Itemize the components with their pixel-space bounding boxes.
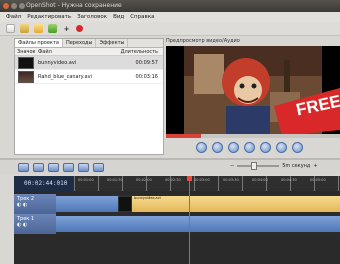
zoom-knob[interactable]	[251, 162, 258, 170]
track-lane[interactable]: bunnyvideo.avi	[56, 194, 340, 214]
tab-project-files[interactable]: Файлы проекта	[15, 39, 63, 47]
ruler-label: 00:05:00	[310, 178, 326, 182]
file-thumbnail	[18, 56, 34, 69]
timeline-clip[interactable]	[56, 216, 340, 232]
to-end-icon[interactable]	[292, 142, 303, 153]
zoom-slider[interactable]	[237, 162, 280, 170]
ruler-label: 00:02:30	[165, 178, 181, 182]
menu-view[interactable]: Вид	[113, 12, 124, 22]
col-file[interactable]: Файл	[38, 48, 120, 55]
menu-title[interactable]: Заголовок	[77, 12, 107, 22]
transport-controls	[196, 142, 303, 153]
track-header[interactable]: Трек 1 ◐ ◐	[14, 214, 56, 234]
preview-frame	[166, 46, 340, 134]
timeline-ruler[interactable]: 00:01:00 00:01:30 00:02:00 00:02:30 00:0…	[74, 176, 340, 191]
next-icon[interactable]	[260, 142, 271, 153]
menu-help[interactable]: Справка	[130, 12, 154, 22]
project-panel: Файлы проекта Переходы Эффекты Значок Фа…	[14, 38, 164, 155]
video-preview: FREE	[166, 46, 340, 134]
preview-label: Предпросмотр видео/Аудио	[166, 38, 240, 44]
app-window: OpenShot - Нужна сохранение Файл Редакти…	[0, 0, 340, 264]
previous-marker-icon[interactable]	[93, 162, 104, 172]
new-icon[interactable]	[6, 24, 15, 33]
marker-icon[interactable]	[78, 162, 89, 172]
project-tabs: Файлы проекта Переходы Эффекты	[15, 39, 163, 48]
ruler-label: 00:04:00	[252, 178, 268, 182]
timeline-clip[interactable]	[56, 196, 118, 212]
snap-icon[interactable]	[63, 162, 74, 172]
add-icon[interactable]: +	[62, 24, 71, 33]
toolbar: +	[0, 22, 340, 36]
file-thumbnail	[18, 70, 34, 83]
ruler-label: 00:01:30	[107, 178, 123, 182]
zoom-label: 5m секунд	[282, 163, 311, 169]
ruler-label: 00:01:00	[78, 178, 94, 182]
file-row[interactable]: Rahd_blue_canary.avi 00:03:16	[15, 70, 163, 84]
clip-thumbnail	[118, 196, 132, 212]
ruler-label: 00:02:00	[136, 178, 152, 182]
close-icon[interactable]	[3, 3, 9, 9]
menubar: Файл Редактировать Заголовок Вид Справка	[0, 12, 340, 22]
playhead[interactable]	[187, 176, 192, 264]
window-title: OpenShot - Нужна сохранение	[26, 2, 122, 9]
col-thumbnail[interactable]: Значок	[15, 48, 38, 55]
timeline: 00:02:44:010 00:01:00 00:01:30 00:02:00 …	[14, 176, 340, 264]
clip-title: bunnyvideo.avi	[134, 196, 161, 200]
track-header[interactable]: Трек 2 ◐ ◐	[14, 194, 56, 214]
fast-forward-icon[interactable]	[276, 142, 287, 153]
maximize-icon[interactable]	[19, 3, 25, 9]
open-icon[interactable]	[20, 24, 29, 33]
file-row[interactable]: bunnyvideo.avi 00:09:57	[15, 56, 163, 70]
file-name: bunnyvideo.avi	[38, 59, 77, 66]
to-start-icon[interactable]	[196, 142, 207, 153]
track-2: Трек 2 ◐ ◐ bunnyvideo.avi	[14, 194, 340, 214]
track-1: Трек 1 ◐ ◐	[14, 214, 340, 234]
ruler-label: 00:03:00	[194, 178, 210, 182]
prev-icon[interactable]	[228, 142, 239, 153]
play-icon[interactable]	[244, 142, 255, 153]
file-duration: 00:03:16	[135, 73, 158, 80]
rewind-icon[interactable]	[212, 142, 223, 153]
menu-file[interactable]: Файл	[6, 12, 21, 22]
razor-icon[interactable]	[48, 162, 59, 172]
preview-progress-fill	[166, 134, 201, 138]
track-lane[interactable]	[56, 214, 340, 234]
file-name: Rahd_blue_canary.avi	[38, 73, 92, 80]
pointer-icon[interactable]	[33, 162, 44, 172]
ruler-label: 00:04:30	[281, 178, 297, 182]
save-icon[interactable]	[34, 24, 43, 33]
playhead-handle[interactable]	[187, 176, 192, 181]
add-track-icon[interactable]	[18, 162, 29, 172]
preview-progress-bar[interactable]	[166, 134, 340, 138]
col-duration[interactable]: Длительность	[120, 48, 160, 55]
zoom-control: − 5m секунд +	[230, 162, 318, 170]
zoom-out-icon[interactable]: −	[230, 163, 234, 169]
export-icon[interactable]	[48, 24, 57, 33]
file-duration: 00:09:57	[135, 59, 158, 66]
file-list-header: Значок Файл Длительность	[15, 48, 163, 56]
tab-effects[interactable]: Эффекты	[96, 39, 129, 47]
tab-transitions[interactable]: Переходы	[63, 39, 97, 47]
window-controls	[3, 3, 25, 9]
zoom-in-icon[interactable]: +	[313, 163, 317, 169]
timecode-display: 00:02:44:010	[14, 176, 74, 191]
menu-edit[interactable]: Редактировать	[27, 12, 71, 22]
record-icon[interactable]	[76, 25, 83, 32]
track-visibility-icon[interactable]: ◐ ◐	[17, 202, 53, 208]
track-visibility-icon[interactable]: ◐ ◐	[17, 222, 53, 228]
ruler-label: 00:03:30	[223, 178, 239, 182]
minimize-icon[interactable]	[11, 3, 17, 9]
titlebar: OpenShot - Нужна сохранение	[0, 0, 340, 12]
